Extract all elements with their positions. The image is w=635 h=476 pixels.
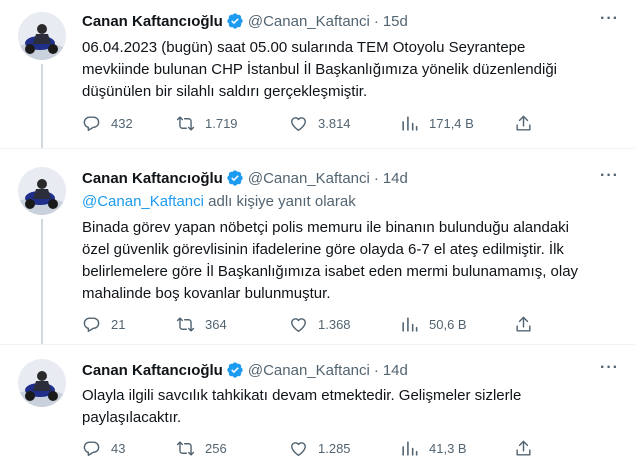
tweet[interactable]: Canan Kaftancıoğlu @Canan_Kaftanci · 14d…: [0, 148, 635, 345]
tweet-text-line: 06.04.2023 (bugün) saat 05.00 sularında …: [82, 39, 526, 56]
views-count: 50,6 B: [429, 317, 467, 332]
tweet[interactable]: Canan Kaftancıoğlu @Canan_Kaftanci · 14d…: [0, 344, 635, 476]
verified-badge-icon: [226, 361, 244, 379]
tweet-text: Binada görev yapan nöbetçi polis memuru …: [82, 217, 622, 305]
tweet[interactable]: Canan Kaftancıoğlu @Canan_Kaftanci · 15d…: [0, 0, 635, 148]
retweet-button[interactable]: 1.719: [176, 114, 238, 133]
reply-button[interactable]: 21: [82, 315, 125, 334]
like-count: 1.285: [318, 441, 351, 456]
user-handle[interactable]: @Canan_Kaftanci: [248, 13, 370, 30]
views-button[interactable]: 171,4 B: [400, 114, 474, 133]
views-chart-icon: [402, 441, 418, 456]
share-icon: [516, 115, 531, 131]
reply-button[interactable]: 43: [82, 439, 125, 458]
reply-context: @Canan_Kaftanci adlı kişiye yanıt olarak: [82, 193, 356, 210]
separator-dot: ·: [373, 361, 379, 379]
reply-count: 43: [111, 441, 126, 456]
reply-count: 21: [111, 317, 126, 332]
reply-button[interactable]: 432: [82, 114, 133, 133]
more-horizontal-icon[interactable]: ···: [600, 167, 619, 185]
tweet-text-line: mahalinde boş kovanlar bulunmuştur.: [82, 285, 331, 302]
views-count: 41,3 B: [429, 441, 467, 456]
reply-context-label: adlı kişiye yanıt olarak: [203, 193, 356, 210]
display-name[interactable]: Canan Kaftancıoğlu: [82, 170, 223, 187]
tweet-text-line: düşünülen bir silahlı saldırı gerçekleşm…: [82, 83, 368, 100]
reply-mention-link[interactable]: @Canan_Kaftanci: [82, 193, 204, 210]
tweet-text: Olayla ilgili savcılık tahkikatı devam e…: [82, 385, 622, 429]
views-chart-icon: [402, 116, 418, 131]
share-button[interactable]: [514, 315, 543, 334]
tweet-text-line: mevkiinde bulunan CHP İstanbul İl Başkan…: [82, 61, 557, 78]
share-button[interactable]: [514, 439, 543, 458]
reply-count: 432: [111, 116, 133, 131]
retweet-icon: [176, 116, 195, 131]
tweet-actions: 432 1.719 3.814 171,4 B: [82, 114, 542, 134]
tweet-text-line: Olayla ilgili savcılık tahkikatı devam e…: [82, 387, 522, 404]
separator-dot: ·: [373, 169, 379, 187]
share-icon: [516, 316, 531, 332]
timestamp[interactable]: 14d: [383, 170, 408, 187]
reply-icon: [83, 441, 100, 456]
tweet-text-line: özel güvenlik görevlisinin ifadelerine g…: [82, 241, 564, 258]
avatar-image: [18, 167, 66, 215]
avatar-image: [18, 12, 66, 60]
avatar[interactable]: [18, 359, 66, 407]
like-button[interactable]: 3.814: [289, 114, 351, 133]
tweet-text-line: belirlemelere göre İl Başkanlığımıza isa…: [82, 263, 579, 280]
verified-badge-icon: [226, 169, 244, 187]
share-icon: [516, 440, 531, 456]
thread-line: [41, 219, 43, 345]
tweet-header: Canan Kaftancıoğlu @Canan_Kaftanci · 15d: [82, 12, 408, 30]
timestamp[interactable]: 15d: [383, 13, 408, 30]
tweet-actions: 21 364 1.368 50,6 B: [82, 315, 542, 335]
display-name[interactable]: Canan Kaftancıoğlu: [82, 13, 223, 30]
retweet-button[interactable]: 256: [176, 439, 227, 458]
retweet-icon: [176, 317, 195, 332]
tweet-text: 06.04.2023 (bugün) saat 05.00 sularında …: [82, 37, 622, 103]
tweet-actions: 43 256 1.285 41,3 B: [82, 439, 542, 459]
views-button[interactable]: 50,6 B: [400, 315, 467, 334]
heart-icon: [291, 442, 306, 456]
reply-icon: [83, 317, 100, 332]
user-handle[interactable]: @Canan_Kaftanci: [248, 362, 370, 379]
heart-icon: [291, 117, 306, 131]
more-horizontal-icon[interactable]: ···: [600, 359, 619, 377]
tweet-text-line: Binada görev yapan nöbetçi polis memuru …: [82, 219, 570, 236]
views-chart-icon: [402, 317, 418, 332]
avatar-image: [18, 359, 66, 407]
reply-icon: [83, 116, 100, 131]
retweet-icon: [176, 441, 195, 456]
tweet-text-line: paylaşılacaktır.: [82, 409, 182, 426]
tweet-header: Canan Kaftancıoğlu @Canan_Kaftanci · 14d: [82, 361, 408, 379]
retweet-count: 364: [205, 317, 227, 332]
more-horizontal-icon[interactable]: ···: [600, 10, 619, 28]
verified-badge-icon: [226, 12, 244, 30]
retweet-count: 256: [205, 441, 227, 456]
views-button[interactable]: 41,3 B: [400, 439, 467, 458]
retweet-count: 1.719: [205, 116, 238, 131]
like-count: 1.368: [318, 317, 351, 332]
retweet-button[interactable]: 364: [176, 315, 227, 334]
like-button[interactable]: 1.285: [289, 439, 351, 458]
separator-dot: ·: [373, 12, 379, 30]
avatar[interactable]: [18, 167, 66, 215]
heart-icon: [291, 318, 306, 332]
avatar[interactable]: [18, 12, 66, 60]
timestamp[interactable]: 14d: [383, 362, 408, 379]
views-count: 171,4 B: [429, 116, 474, 131]
tweet-header: Canan Kaftancıoğlu @Canan_Kaftanci · 14d: [82, 169, 408, 187]
user-handle[interactable]: @Canan_Kaftanci: [248, 170, 370, 187]
display-name[interactable]: Canan Kaftancıoğlu: [82, 362, 223, 379]
share-button[interactable]: [514, 114, 543, 133]
like-button[interactable]: 1.368: [289, 315, 351, 334]
like-count: 3.814: [318, 116, 351, 131]
thread-line: [41, 64, 43, 148]
